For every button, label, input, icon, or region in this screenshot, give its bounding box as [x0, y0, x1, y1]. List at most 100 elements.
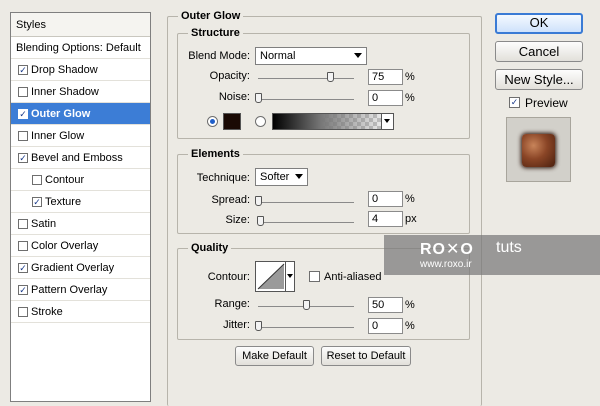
- range-slider-thumb[interactable]: [303, 300, 310, 310]
- size-slider-thumb[interactable]: [256, 216, 264, 226]
- style-item-label: Drop Shadow: [31, 64, 98, 76]
- blend-mode-value: Normal: [260, 50, 296, 62]
- style-item-stroke[interactable]: Stroke: [11, 301, 150, 323]
- style-item-checkbox[interactable]: ✓: [18, 65, 28, 75]
- gradient-swatch[interactable]: [272, 113, 394, 130]
- technique-label: Technique:: [196, 172, 250, 184]
- reset-to-default-button[interactable]: Reset to Default: [321, 346, 411, 366]
- style-item-checkbox[interactable]: [18, 131, 28, 141]
- spread-slider-thumb[interactable]: [255, 196, 262, 206]
- style-item-label: Inner Shadow: [31, 86, 99, 98]
- style-item-outer-glow[interactable]: ✓ Outer Glow: [11, 103, 150, 125]
- noise-slider-thumb[interactable]: [255, 93, 262, 103]
- noise-label: Noise:: [218, 91, 250, 103]
- opacity-label: Opacity:: [209, 70, 250, 82]
- style-item-inner-shadow[interactable]: Inner Shadow: [11, 81, 150, 103]
- size-slider-track[interactable]: [258, 222, 354, 223]
- size-input[interactable]: 4: [368, 211, 403, 227]
- preview-checkbox[interactable]: ✓: [509, 97, 520, 108]
- gradient-dropdown[interactable]: [381, 114, 393, 129]
- technique-value: Softer: [260, 171, 290, 183]
- blend-mode-label: Blend Mode:: [188, 50, 250, 62]
- style-item-label: Gradient Overlay: [31, 262, 115, 274]
- outer-glow-title: Outer Glow: [178, 10, 244, 22]
- style-item-checkbox[interactable]: [18, 241, 28, 251]
- style-item-bevel-and-emboss[interactable]: ✓ Bevel and Emboss: [11, 147, 150, 169]
- size-unit: px: [405, 213, 417, 225]
- jitter-label: Jitter:: [223, 319, 250, 331]
- style-item-satin[interactable]: Satin: [11, 213, 150, 235]
- opacity-slider-thumb[interactable]: [327, 72, 334, 82]
- opacity-slider-track[interactable]: [258, 78, 354, 79]
- cancel-button[interactable]: Cancel: [495, 41, 583, 62]
- blending-options-item[interactable]: Blending Options: Default: [11, 37, 150, 59]
- chevron-down-icon: [354, 53, 362, 58]
- style-item-checkbox[interactable]: [18, 307, 28, 317]
- structure-title: Structure: [188, 27, 243, 39]
- color-mode-radio[interactable]: [207, 116, 218, 127]
- style-item-checkbox[interactable]: [32, 175, 42, 185]
- spread-unit: %: [405, 193, 415, 205]
- style-item-texture[interactable]: ✓ Texture: [11, 191, 150, 213]
- style-item-checkbox[interactable]: ✓: [18, 153, 28, 163]
- spread-slider-track[interactable]: [258, 202, 354, 203]
- contour-preview-icon: [257, 263, 285, 290]
- chevron-down-icon: [384, 119, 390, 123]
- style-item-inner-glow[interactable]: Inner Glow: [11, 125, 150, 147]
- style-item-label: Pattern Overlay: [31, 284, 108, 296]
- jitter-slider-thumb[interactable]: [255, 321, 262, 331]
- style-item-contour[interactable]: Contour: [11, 169, 150, 191]
- anti-aliased-checkbox[interactable]: [309, 271, 320, 282]
- range-input[interactable]: 50: [368, 297, 403, 313]
- preview-label: Preview: [525, 96, 568, 110]
- ok-button[interactable]: OK: [495, 13, 583, 34]
- glow-color-swatch[interactable]: [223, 113, 241, 130]
- style-item-pattern-overlay[interactable]: ✓ Pattern Overlay: [11, 279, 150, 301]
- preview-swatch: [522, 134, 555, 167]
- jitter-unit: %: [405, 320, 415, 332]
- watermark-brand: tuts: [496, 239, 522, 256]
- style-item-label: Stroke: [31, 306, 63, 318]
- noise-slider-track[interactable]: [258, 99, 354, 100]
- watermark-logo: RO✕O: [420, 241, 474, 258]
- style-item-label: Texture: [45, 196, 82, 208]
- contour-picker[interactable]: [255, 261, 295, 292]
- blend-mode-select[interactable]: Normal: [255, 47, 367, 65]
- watermark: RO✕O tuts www.roxo.ir: [384, 235, 600, 275]
- blending-options-label: Blending Options: Default: [16, 42, 141, 54]
- style-item-label: Color Overlay: [31, 240, 99, 252]
- contour-dropdown[interactable]: [285, 262, 294, 291]
- style-item-checkbox[interactable]: ✓: [32, 197, 42, 207]
- style-item-gradient-overlay[interactable]: ✓ Gradient Overlay: [11, 257, 150, 279]
- noise-input[interactable]: 0: [368, 90, 403, 106]
- style-item-checkbox[interactable]: ✓: [18, 263, 28, 273]
- style-item-checkbox[interactable]: [18, 87, 28, 97]
- styles-header[interactable]: Styles: [11, 13, 150, 37]
- new-style-button[interactable]: New Style...: [495, 69, 583, 90]
- jitter-input[interactable]: 0: [368, 318, 403, 334]
- style-item-checkbox[interactable]: ✓: [18, 285, 28, 295]
- elements-title: Elements: [188, 148, 243, 160]
- jitter-slider-track[interactable]: [258, 327, 354, 328]
- style-preview-thumbnail: [506, 117, 571, 182]
- contour-label: Contour:: [207, 271, 250, 283]
- style-item-checkbox[interactable]: ✓: [18, 109, 28, 119]
- technique-select[interactable]: Softer: [255, 168, 308, 186]
- style-item-label: Satin: [31, 218, 57, 230]
- styles-list: Styles Blending Options: Default ✓ Drop S…: [10, 12, 151, 402]
- style-item-label: Outer Glow: [31, 108, 91, 120]
- style-item-checkbox[interactable]: [18, 219, 28, 229]
- chevron-down-icon: [287, 274, 293, 278]
- style-item-drop-shadow[interactable]: ✓ Drop Shadow: [11, 59, 150, 81]
- spread-input[interactable]: 0: [368, 191, 403, 207]
- spread-label: Spread:: [211, 194, 250, 206]
- quality-title: Quality: [188, 242, 232, 254]
- opacity-input[interactable]: 75: [368, 69, 403, 85]
- make-default-button[interactable]: Make Default: [235, 346, 314, 366]
- watermark-site: www.roxo.ir: [420, 259, 472, 270]
- noise-unit: %: [405, 92, 415, 104]
- range-unit: %: [405, 299, 415, 311]
- style-item-color-overlay[interactable]: Color Overlay: [11, 235, 150, 257]
- style-item-label: Inner Glow: [31, 130, 85, 142]
- gradient-mode-radio[interactable]: [255, 116, 266, 127]
